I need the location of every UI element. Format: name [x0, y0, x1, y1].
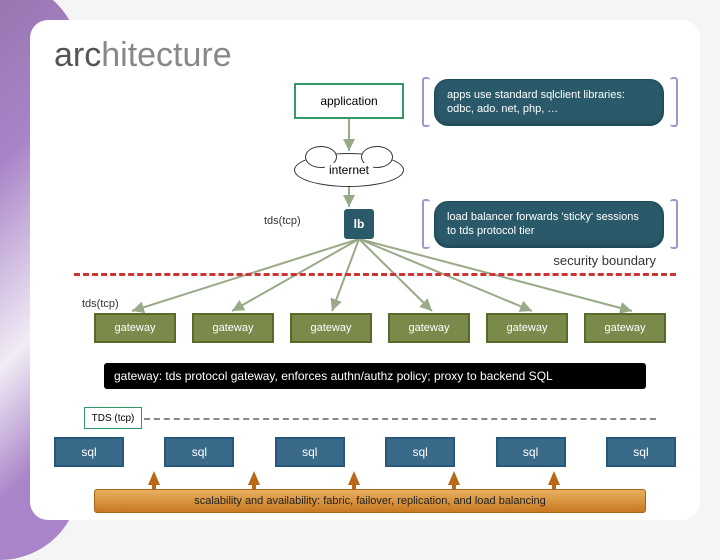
gateway-node: gateway: [94, 313, 176, 343]
gateway-label: gateway: [115, 322, 156, 334]
sql-label: sql: [523, 445, 538, 459]
bracket-icon: [670, 77, 678, 127]
sql-label: sql: [302, 445, 317, 459]
bracket-icon: [422, 199, 430, 249]
sql-label: sql: [192, 445, 207, 459]
note-lb-text: load balancer forwards 'sticky' sessions…: [447, 211, 639, 237]
application-label: application: [320, 94, 377, 108]
tds-protocol-box: TDS (tcp): [84, 407, 142, 429]
sql-label: sql: [81, 445, 96, 459]
page-title: architecture: [54, 36, 676, 75]
application-node: application: [294, 83, 404, 119]
bracket-icon: [670, 199, 678, 249]
gateway-node: gateway: [192, 313, 274, 343]
sql-label: sql: [413, 445, 428, 459]
gateway-label: gateway: [605, 322, 646, 334]
sql-label: sql: [633, 445, 648, 459]
scalability-bar: scalability and availability: fabric, fa…: [94, 489, 646, 513]
title-rest: hitecture: [101, 36, 231, 74]
security-boundary-label: security boundary: [553, 253, 656, 268]
gateway-label: gateway: [311, 322, 352, 334]
gateway-node: gateway: [486, 313, 568, 343]
gateway-row: gateway gateway gateway gateway gateway …: [94, 313, 666, 343]
gateway-label: gateway: [507, 322, 548, 334]
lb-label: lb: [354, 217, 365, 231]
title-accent: arc: [54, 36, 101, 74]
sql-node: sql: [275, 437, 345, 467]
sql-node: sql: [54, 437, 124, 467]
bracket-icon: [422, 77, 430, 127]
gateway-desc-text: gateway: tds protocol gateway, enforces …: [114, 369, 553, 383]
load-balancer-node: lb: [344, 209, 374, 239]
sql-node: sql: [606, 437, 676, 467]
tds-box-label: TDS (tcp): [92, 413, 135, 424]
note-apps-libraries: apps use standard sqlclient libraries: o…: [434, 79, 664, 126]
gateway-label: gateway: [213, 322, 254, 334]
sql-node: sql: [164, 437, 234, 467]
slide-content: architecture application apps use standa…: [30, 20, 700, 520]
note-load-balancer: load balancer forwards 'sticky' sessions…: [434, 201, 664, 248]
sql-node: sql: [385, 437, 455, 467]
tds-label-2: tds(tcp): [82, 298, 119, 310]
gateway-node: gateway: [290, 313, 372, 343]
sql-row: sql sql sql sql sql sql: [54, 437, 676, 467]
internet-label: internet: [325, 163, 373, 177]
gateway-node: gateway: [388, 313, 470, 343]
gateway-description: gateway: tds protocol gateway, enforces …: [104, 363, 646, 389]
security-boundary-line: [74, 273, 676, 276]
sql-node: sql: [496, 437, 566, 467]
architecture-diagram: application apps use standard sqlclient …: [54, 83, 676, 513]
gateway-label: gateway: [409, 322, 450, 334]
gateway-node: gateway: [584, 313, 666, 343]
internet-cloud: internet: [294, 153, 404, 187]
note-apps-text: apps use standard sqlclient libraries: o…: [447, 89, 625, 115]
tds-dashed-line: [144, 418, 656, 420]
scalability-text: scalability and availability: fabric, fa…: [194, 495, 546, 507]
tds-label-1: tds(tcp): [264, 215, 301, 227]
